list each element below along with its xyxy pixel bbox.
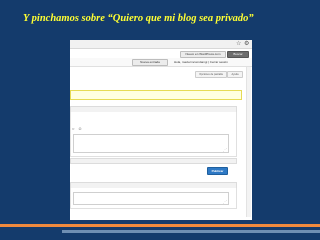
wrench-icon[interactable]: ⚙	[244, 40, 249, 48]
star-icon[interactable]: ☆	[236, 40, 241, 48]
smiley-icon: ☺	[78, 126, 83, 131]
panel-body: ○ ☺ ⋰	[70, 112, 237, 157]
notice-banner	[70, 90, 242, 100]
text-area[interactable]: ⋰	[73, 134, 229, 153]
slide-title: Y pinchamos sobre “Quiero que mi blog se…	[23, 13, 254, 24]
publish-button[interactable]: Publicar	[207, 167, 228, 175]
new-post-dropdown[interactable]: Nueva entrada	[132, 59, 168, 66]
tab-screen-options[interactable]: Opciones de pantalla	[195, 71, 227, 78]
panel-body: ⋰	[70, 188, 237, 209]
browser-toolbar: ☆ ⚙	[70, 40, 252, 49]
scrollbar[interactable]	[246, 67, 251, 217]
user-greeting[interactable]: Hola, maxtermcomdamgi | Cerrar sesión	[174, 60, 228, 64]
search-button[interactable]: Buscar	[227, 51, 249, 58]
new-to-wordpress-button[interactable]: Nuevo en WordPress.com	[180, 51, 226, 58]
admin-bar: Nueva entrada Hola, maxtermcomdamgi | Ce…	[70, 58, 252, 67]
radio-icon[interactable]: ○	[72, 127, 74, 131]
resize-handle-icon[interactable]: ⋰	[223, 148, 227, 152]
text-area[interactable]: ⋰	[73, 192, 229, 205]
panel-header	[70, 158, 237, 164]
accent-bar	[0, 224, 320, 227]
tab-help[interactable]: Ayuda	[227, 71, 243, 78]
browser-screenshot: ☆ ⚙ Nuevo en WordPress.com Buscar Nueva …	[70, 40, 252, 220]
secondary-bar	[62, 230, 320, 233]
resize-handle-icon[interactable]: ⋰	[223, 200, 227, 204]
